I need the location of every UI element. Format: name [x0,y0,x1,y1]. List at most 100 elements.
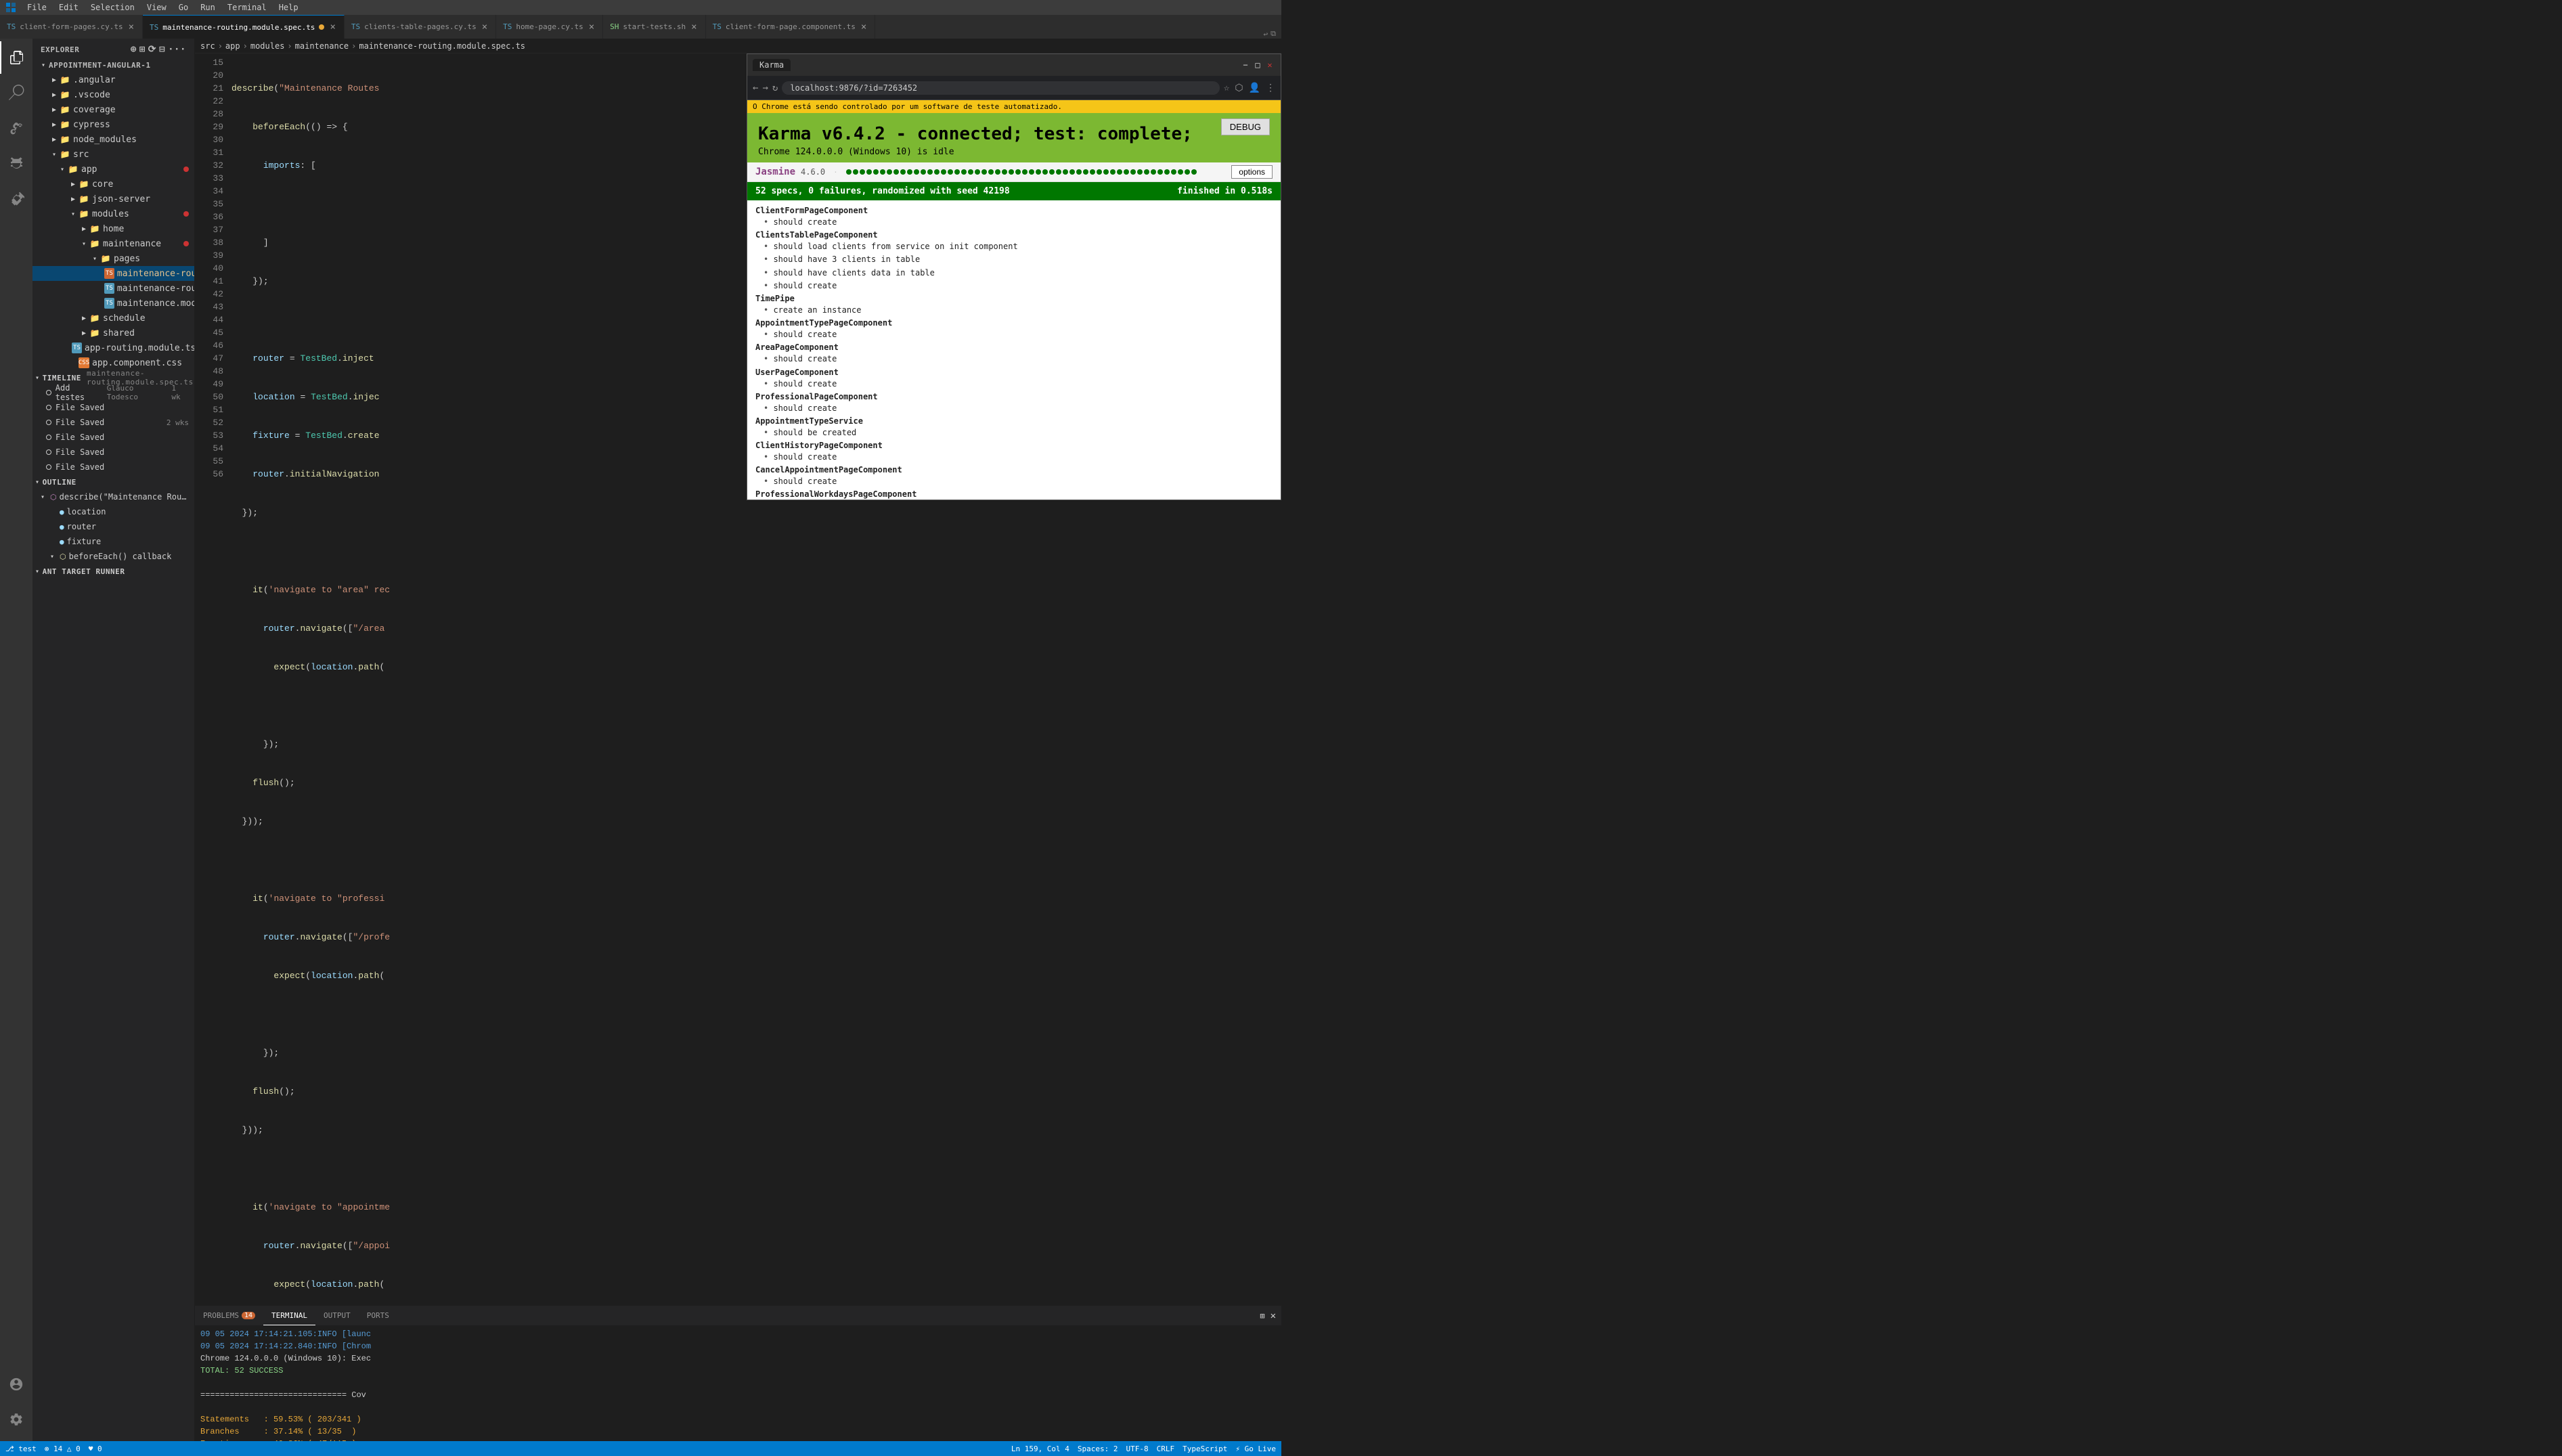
close-btn[interactable]: ✕ [1264,60,1275,70]
tree-modules[interactable]: ▾ 📁 modules [32,206,194,221]
star-icon[interactable]: ☆ [1224,83,1229,93]
split-editor-icon[interactable]: ⧉ [1271,29,1276,39]
breadcrumb-maintenance[interactable]: maintenance [295,41,349,51]
status-encoding[interactable]: UTF-8 [1126,1444,1149,1453]
karma-tab[interactable]: Karma [753,59,791,71]
menu-help[interactable]: Help [273,1,304,14]
tree-coverage[interactable]: ▶ 📁 coverage [32,102,194,117]
debug-button[interactable]: DEBUG [1221,118,1270,135]
browser-url-bar[interactable]: localhost:9876/?id=7263452 [782,81,1220,95]
menu-go[interactable]: Go [173,1,194,14]
menu-selection[interactable]: Selection [85,1,140,14]
panel-close-icon[interactable]: ✕ [1271,1310,1276,1321]
status-branch[interactable]: ⎇ test [5,1444,37,1453]
status-cursor[interactable]: Ln 159, Col 4 [1011,1444,1069,1453]
refresh-icon[interactable]: ⟳ [148,44,156,55]
outline-item-router[interactable]: ● router [32,519,194,534]
activity-search[interactable] [0,76,32,109]
outline-item-describe[interactable]: ▾ ⬡ describe("Maintenance Routes and Loa… [32,489,194,504]
tree-schedule[interactable]: ▶ 📁 schedule [32,311,194,326]
tree-file-module[interactable]: ▶ TS maintenance.module.ts [32,296,194,311]
ant-section-header[interactable]: ▾ ANT TARGET RUNNER [32,564,194,579]
account-icon[interactable]: 👤 [1249,83,1260,93]
menu-run[interactable]: Run [195,1,221,14]
panel-tab-terminal[interactable]: TERMINAL [263,1306,315,1325]
tab-close[interactable]: × [860,22,868,32]
status-live[interactable]: ♥ 0 [89,1444,102,1453]
history-icon[interactable]: ↩ [1264,30,1268,39]
tree-maintenance[interactable]: ▾ 📁 maintenance [32,236,194,251]
tab-close[interactable]: × [127,22,135,32]
project-root[interactable]: ▾ APPOINTMENT-ANGULAR-1 [32,58,194,72]
more-actions-icon[interactable]: ··· [168,44,186,55]
activity-run-debug[interactable] [0,147,32,179]
tree-vscode[interactable]: ▶ 📁 .vscode [32,87,194,102]
breadcrumb-app[interactable]: app [225,41,240,51]
tab-client-form-pages[interactable]: TS client-form-pages.cy.ts × [0,15,143,39]
status-errors[interactable]: ⊗ 14 △ 0 [45,1444,81,1453]
activity-settings[interactable] [0,1403,32,1436]
tab-close[interactable]: × [588,22,596,32]
activity-source-control[interactable] [0,112,32,144]
breadcrumb-src[interactable]: src [200,41,215,51]
outline-item-fixture[interactable]: ● fixture [32,534,194,549]
tab-close[interactable]: × [690,22,698,32]
menu-view[interactable]: View [141,1,172,14]
status-eol[interactable]: CRLF [1157,1444,1175,1453]
tab-home-page[interactable]: TS home-page.cy.ts × [496,15,603,39]
tab-clients-table-pages[interactable]: TS clients-table-pages.cy.ts × [345,15,496,39]
tree-cypress[interactable]: ▶ 📁 cypress [32,117,194,132]
panel-maximize-icon[interactable]: ⊞ [1260,1311,1264,1321]
panel-tab-problems[interactable]: PROBLEMS 14 [195,1306,263,1325]
reload-btn[interactable]: ↻ [772,83,778,93]
tree-core[interactable]: ▶ 📁 core [32,177,194,192]
menu-file[interactable]: File [22,1,52,14]
status-language[interactable]: TypeScript [1183,1444,1227,1453]
activity-extensions[interactable] [0,182,32,215]
tab-start-tests[interactable]: SH start-tests.sh × [603,15,705,39]
forward-btn[interactable]: → [762,83,768,93]
tree-angular[interactable]: ▶ 📁 .angular [32,72,194,87]
tree-node-modules[interactable]: ▶ 📁 node_modules [32,132,194,147]
collapse-all-icon[interactable]: ⊟ [159,44,165,55]
tree-app[interactable]: ▾ 📁 app [32,162,194,177]
tree-src[interactable]: ▾ 📁 src [32,147,194,162]
tree-home[interactable]: ▶ 📁 home [32,221,194,236]
tree-file-routing[interactable]: ▶ TS maintenance-routing.module.ts [32,281,194,296]
karma-test-results[interactable]: ClientFormPageComponentshould createClie… [747,200,1281,500]
tab-close[interactable]: × [481,22,489,32]
outline-label: describe("Maintenance Routes and Load Co… [60,492,188,502]
tree-app-css[interactable]: ▶ CSS app.component.css [32,355,194,370]
outline-section-header[interactable]: ▾ OUTLINE [32,475,194,489]
tree-file-spec[interactable]: ▶ TS maintenance-routing.module.spec.ts … [32,266,194,281]
extensions-icon[interactable]: ⬡ [1235,83,1243,93]
panel-tab-ports[interactable]: PORTS [359,1306,397,1325]
outline-item-location[interactable]: ● location [32,504,194,519]
breadcrumb-modules[interactable]: modules [250,41,285,51]
new-file-icon[interactable]: ⊕ [131,44,137,55]
tree-app-routing[interactable]: ▶ TS app-routing.module.ts [32,340,194,355]
minimize-btn[interactable]: − [1240,60,1251,70]
back-btn[interactable]: ← [753,83,758,93]
activity-account[interactable] [0,1368,32,1400]
menu-terminal[interactable]: Terminal [222,1,272,14]
more-icon[interactable]: ⋮ [1266,83,1275,93]
tab-maintenance-routing[interactable]: TS maintenance-routing.module.spec.ts × [143,15,345,39]
activity-explorer[interactable] [0,41,32,74]
maximize-btn[interactable]: □ [1252,60,1263,70]
tree-json-server[interactable]: ▶ 📁 json-server [32,192,194,206]
panel-tab-output[interactable]: OUTPUT [315,1306,359,1325]
tree-shared[interactable]: ▶ 📁 shared [32,326,194,340]
status-golive[interactable]: ⚡ Go Live [1235,1444,1276,1453]
menu-edit[interactable]: Edit [53,1,84,14]
new-folder-icon[interactable]: ⊞ [139,44,146,55]
code-line: expect(location.path( [229,1278,1281,1291]
tab-close[interactable]: × [328,22,336,32]
code-line [229,854,1281,866]
outline-item-beforeeach[interactable]: ▾ ⬡ beforeEach() callback [32,549,194,564]
tree-pages[interactable]: ▾ 📁 pages [32,251,194,266]
panel-content[interactable]: 09 05 2024 17:14:21.105:INFO [launc09 05… [195,1325,1281,1441]
status-spaces[interactable]: Spaces: 2 [1078,1444,1118,1453]
options-button[interactable]: options [1231,165,1273,179]
tab-client-form-component[interactable]: TS client-form-page.component.ts × [706,15,876,39]
